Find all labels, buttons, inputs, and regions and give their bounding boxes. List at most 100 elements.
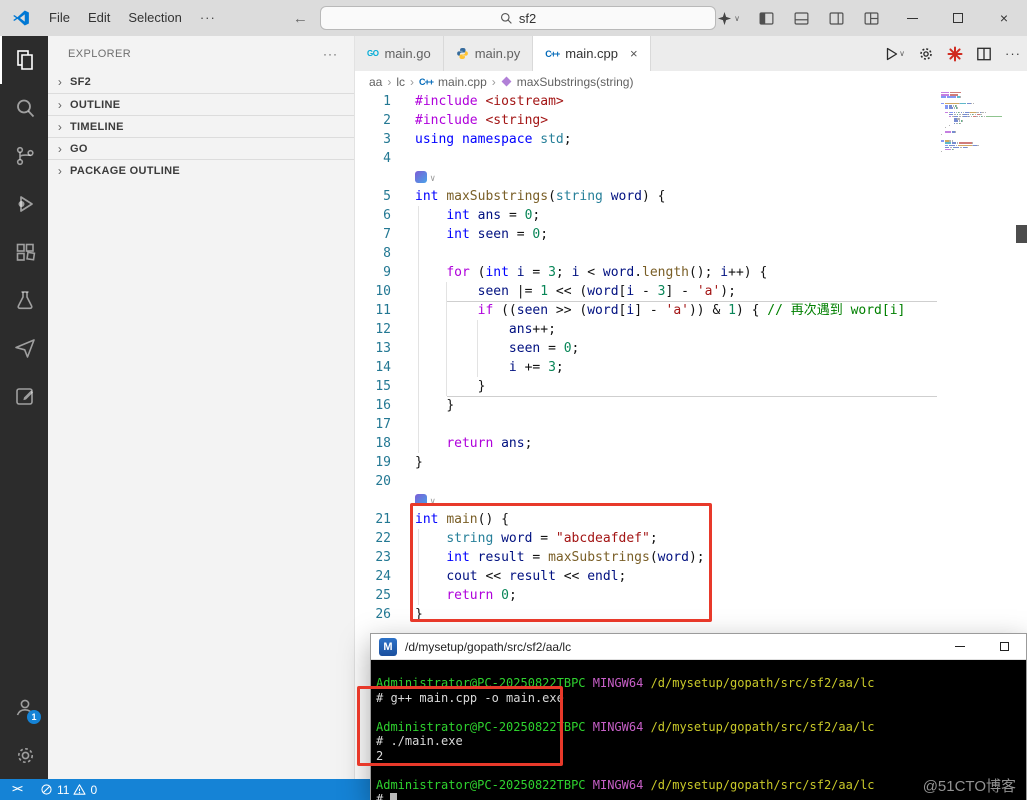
menu-file[interactable]: File [40,0,79,36]
code-line[interactable]: 20 [355,472,1027,491]
problems-status[interactable]: 11 0 [34,783,97,797]
section-sf2[interactable]: › SF2 [48,71,354,93]
run-file-icon[interactable]: ∨ [883,46,905,62]
line-number[interactable]: 25 [355,586,391,605]
line-number[interactable]: 7 [355,225,391,244]
line-number[interactable]: 21 [355,510,391,529]
editor-scrollbar-thumb[interactable] [1016,225,1027,243]
tab-main-go[interactable]: GO main.go [355,36,444,71]
menu-overflow-icon[interactable]: ··· [191,0,225,36]
line-number[interactable]: 26 [355,605,391,624]
editor-settings-gear-icon[interactable] [918,46,934,62]
code-line[interactable]: 6 int ans = 0; [355,206,1027,225]
codelens-row[interactable]: ∨ [355,168,1027,187]
minimap[interactable] [941,92,1011,153]
activity-source-control[interactable] [0,132,48,180]
activity-explorer[interactable] [0,36,48,84]
code-line[interactable]: 10 seen |= 1 << (word[i - 3] - 'a'); [355,282,1027,301]
menu-edit[interactable]: Edit [79,0,119,36]
menu-selection[interactable]: Selection [119,0,190,36]
code-line[interactable]: 14 i += 3; [355,358,1027,377]
section-timeline[interactable]: › TIMELINE [48,115,354,137]
code-line[interactable]: 24 cout << result << endl; [355,567,1027,586]
code-line[interactable]: 4 [355,149,1027,168]
command-center-search[interactable]: sf2 [320,6,716,30]
code-line[interactable]: 15 } [355,377,1027,396]
code-line[interactable]: 8 [355,244,1027,263]
code-line[interactable]: 11 if ((seen >> (word[i] - 'a')) & 1) { … [355,301,1027,320]
code-line[interactable]: 1 #include <iostream> [355,92,1027,111]
codelens-row[interactable]: ∨ [355,491,1027,510]
line-number[interactable]: 14 [355,358,391,377]
line-number[interactable]: 22 [355,529,391,548]
code-line[interactable]: 25 return 0; [355,586,1027,605]
toggle-panel-icon[interactable] [784,10,819,27]
code-line[interactable]: 16 } [355,396,1027,415]
activity-testing[interactable] [0,276,48,324]
code-line[interactable]: 23 int result = maxSubstrings(word); [355,548,1027,567]
customize-layout-icon[interactable] [854,10,889,27]
terminal-minimize-icon[interactable] [938,634,982,660]
crumb-file[interactable]: main.cpp [438,75,487,89]
line-number[interactable]: 16 [355,396,391,415]
line-number[interactable]: 13 [355,339,391,358]
crumb-lc[interactable]: lc [396,75,405,89]
code-line[interactable]: 9 for (int i = 3; i < word.length(); i++… [355,263,1027,282]
line-number[interactable]: 5 [355,187,391,206]
window-minimize-icon[interactable] [889,0,935,36]
remote-indicator-icon[interactable]: >< [0,779,34,800]
code-line[interactable]: 21 int main() { [355,510,1027,529]
activity-settings[interactable] [0,731,48,779]
code-line[interactable]: 18 return ans; [355,434,1027,453]
split-editor-icon[interactable] [976,46,992,62]
ai-lens-icon[interactable] [415,171,427,183]
toggle-secondary-sidebar-icon[interactable] [819,10,854,27]
section-package-outline[interactable]: › PACKAGE OUTLINE [48,159,354,181]
line-number[interactable]: 10 [355,282,391,301]
back-icon[interactable]: ← [285,10,316,27]
line-number[interactable]: 8 [355,244,391,263]
window-close-icon[interactable]: × [981,0,1027,36]
line-number[interactable]: 17 [355,415,391,434]
activity-search[interactable] [0,84,48,132]
line-number[interactable]: 20 [355,472,391,491]
tab-main-py[interactable]: main.py [443,36,534,71]
code-line[interactable]: 13 seen = 0; [355,339,1027,358]
line-number[interactable]: 15 [355,377,391,396]
line-number[interactable]: 24 [355,567,391,586]
sidebar-more-actions-icon[interactable]: ··· [323,47,338,61]
extension-asterisk-icon[interactable] [947,46,963,62]
code-lines[interactable]: 1 #include <iostream> 2 #include <string> 3 u… [355,92,1027,624]
crumb-aa[interactable]: aa [369,75,382,89]
code-line[interactable]: 19} [355,453,1027,472]
code-line[interactable]: 26} [355,605,1027,624]
code-line[interactable]: 7 int seen = 0; [355,225,1027,244]
line-number[interactable]: 18 [355,434,391,453]
section-go[interactable]: › GO [48,137,354,159]
code-line[interactable]: 22 string word = "abcdeafdef"; [355,529,1027,548]
activity-extension-plane[interactable] [0,324,48,372]
activity-account[interactable]: 1 [0,683,48,731]
line-number[interactable]: 6 [355,206,391,225]
copilot-icon[interactable]: ∨ [708,11,749,26]
code-line[interactable]: 3 using namespace std; [355,130,1027,149]
code-line[interactable]: 5 int maxSubstrings(string word) { [355,187,1027,206]
line-number[interactable]: 11 [355,301,391,320]
line-number[interactable]: 1 [355,92,391,111]
activity-extension-edit[interactable] [0,372,48,420]
crumb-symbol[interactable]: maxSubstrings(string) [517,75,634,89]
line-number[interactable] [355,491,391,510]
ai-lens-icon[interactable] [415,494,427,506]
line-number[interactable]: 3 [355,130,391,149]
tab-main-cpp[interactable]: C++ main.cpp × [533,36,651,71]
line-number[interactable] [355,168,391,187]
line-number[interactable]: 9 [355,263,391,282]
line-number[interactable]: 12 [355,320,391,339]
activity-run-debug[interactable] [0,180,48,228]
window-maximize-icon[interactable] [935,0,981,36]
code-line[interactable]: 12 ans++; [355,320,1027,339]
close-tab-icon[interactable]: × [630,46,638,61]
activity-extensions[interactable] [0,228,48,276]
line-number[interactable]: 23 [355,548,391,567]
code-line[interactable]: 2 #include <string> [355,111,1027,130]
